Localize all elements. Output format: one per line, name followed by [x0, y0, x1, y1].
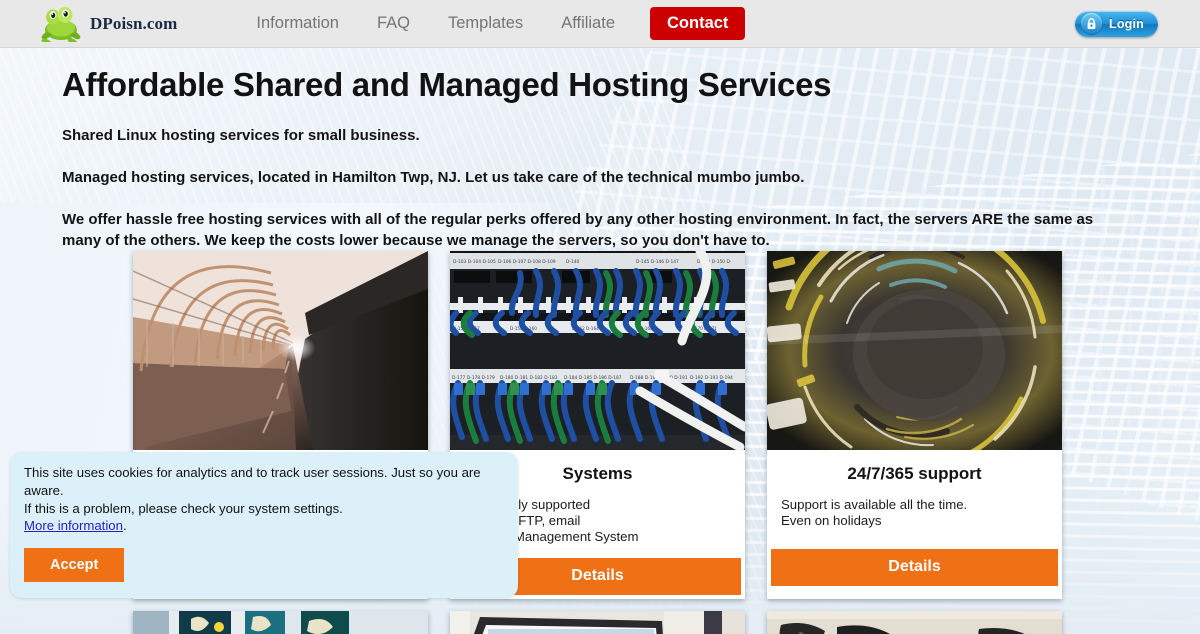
login-area: Login	[1074, 10, 1158, 37]
hero-subline-1: Shared Linux hosting services for small …	[62, 126, 420, 144]
hero-subline-2: Managed hosting services, located in Ham…	[62, 169, 805, 187]
service-card-grid-row2	[133, 611, 1063, 634]
svg-text:D-192 D-193 D-194: D-192 D-193 D-194	[690, 375, 733, 381]
lock-icon	[1080, 13, 1102, 34]
nav-item-information[interactable]: Information	[237, 8, 358, 39]
service-card-line: Even on holidays	[781, 513, 882, 529]
svg-text:D-180 D-181 D-182 D-183: D-180 D-181 D-182 D-183	[500, 375, 558, 381]
svg-text:D-145 D-146 D-147: D-145 D-146 D-147	[636, 259, 679, 265]
frog-logo-icon	[41, 6, 81, 42]
nav-item-affiliate[interactable]: Affiliate	[542, 8, 634, 39]
tunnel-walkway-image	[133, 251, 428, 450]
login-label: Login	[1108, 16, 1144, 31]
hero-paragraph: We offer hassle free hosting services wi…	[62, 211, 1094, 249]
main-navigation: Information FAQ Templates Affiliate Cont…	[237, 7, 746, 40]
details-button[interactable]: Details	[771, 549, 1058, 586]
service-card[interactable]: 24/7/365 support Support is available al…	[767, 251, 1062, 599]
cookie-consent-text: This site uses cookies for analytics and…	[24, 464, 502, 535]
page-title: Affordable Shared and Managed Hosting Se…	[62, 66, 832, 103]
cookie-text-line-2: If this is a problem, please check your …	[24, 500, 343, 516]
service-card-title: 24/7/365 support	[847, 464, 982, 483]
login-button[interactable]: Login	[1074, 10, 1158, 37]
cookie-consent-banner: This site uses cookies for analytics and…	[10, 452, 518, 599]
more-information-link[interactable]: More information	[24, 518, 123, 533]
service-card[interactable]	[133, 611, 428, 634]
service-card[interactable]	[450, 611, 745, 634]
service-card-line: Support is available all the time.	[781, 497, 968, 512]
radial-blur-lens-image	[767, 251, 1062, 450]
brand-name: DPoisn.com	[90, 13, 178, 33]
cookie-text-period: .	[122, 518, 127, 534]
cookie-text-line-1: This site uses cookies for analytics and…	[24, 465, 481, 498]
laptop-screen-image	[450, 611, 745, 634]
site-header: DPoisn.com Information FAQ Templates Aff…	[0, 0, 1200, 48]
nav-item-contact[interactable]: Contact	[650, 7, 746, 40]
svg-text:D-106 D-107 D-108 D-109: D-106 D-107 D-108 D-109	[498, 259, 556, 265]
service-card[interactable]	[767, 611, 1062, 634]
graffiti-wall-image	[133, 611, 428, 634]
accept-cookies-button[interactable]: Accept	[24, 548, 125, 583]
svg-text:D-140: D-140	[566, 259, 580, 265]
hero-section: Affordable Shared and Managed Hosting Se…	[62, 66, 1132, 251]
dark-tools-image	[767, 611, 1062, 634]
svg-text:D-103 D-104 D-105: D-103 D-104 D-105	[453, 259, 496, 265]
brand-home-link[interactable]: DPoisn.com	[38, 4, 177, 44]
nav-item-templates[interactable]: Templates	[429, 8, 542, 39]
service-card-body: 24/7/365 support Support is available al…	[767, 450, 1062, 549]
nav-item-faq[interactable]: FAQ	[358, 8, 429, 39]
svg-text:D-184 D-185 D-186 D-187: D-184 D-185 D-186 D-187	[564, 375, 622, 381]
network-patch-panel-image: D-103 D-104 D-105 D-106 D-107 D-108 D-10…	[450, 251, 745, 450]
